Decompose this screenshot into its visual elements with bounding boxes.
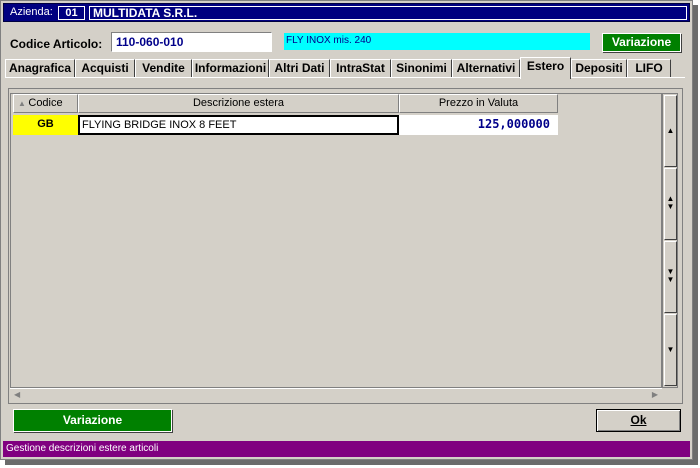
foreign-descriptions-grid: ▲ Codice Descrizione estera Prezzo in Va… — [10, 93, 662, 388]
cell-prezzo[interactable]: 125,000000 — [399, 115, 558, 135]
column-header-prezzo[interactable]: Prezzo in Valuta — [399, 94, 558, 113]
tab-strip: Anagrafica Acquisti Vendite Informazioni… — [5, 57, 685, 79]
sort-up-icon: ▲ — [18, 99, 26, 108]
variazione-top-button[interactable]: Variazione — [602, 33, 681, 52]
cell-descrizione[interactable]: FLYING BRIDGE INOX 8 FEET — [78, 115, 399, 135]
tab-acquisti[interactable]: Acquisti — [75, 59, 135, 78]
tab-depositi[interactable]: Depositi — [571, 59, 627, 78]
company-bar: Azienda: 01 MULTIDATA S.R.L. — [3, 3, 690, 22]
arrow-down-icon: ▼ — [666, 345, 675, 354]
azienda-code: 01 — [58, 6, 85, 20]
tab-informazioni[interactable]: Informazioni — [192, 59, 269, 78]
cell-codice[interactable]: GB — [13, 115, 78, 135]
article-code-field[interactable]: 110-060-010 — [111, 32, 272, 52]
tab-vendite[interactable]: Vendite — [135, 59, 192, 78]
tab-lifo[interactable]: LIFO — [627, 59, 671, 78]
article-code-label: Codice Articolo: — [10, 37, 103, 51]
double-arrow-down-icon: ▼ ▼ — [666, 267, 675, 284]
column-header-codice-label: Codice — [28, 97, 63, 109]
column-header-descrizione[interactable]: Descrizione estera — [78, 94, 399, 113]
scroll-right-icon[interactable]: ▶ — [652, 390, 658, 399]
tab-estero[interactable]: Estero — [520, 57, 571, 79]
horizontal-scrollbar[interactable]: ◀ ▶ — [10, 388, 662, 402]
variazione-button[interactable]: Variazione — [13, 409, 172, 432]
scroll-down-button[interactable]: ▼ — [664, 314, 677, 386]
column-header-codice[interactable]: ▲ Codice — [13, 94, 78, 113]
scroll-page-up-button[interactable]: ▲ ▼ — [664, 168, 677, 240]
ok-button-label: Ok — [630, 413, 647, 427]
azienda-name: MULTIDATA S.R.L. — [89, 6, 687, 20]
tab-anagrafica[interactable]: Anagrafica — [5, 59, 75, 78]
ok-button[interactable]: Ok — [596, 409, 681, 432]
tab-intrastat[interactable]: IntraStat — [330, 59, 391, 78]
main-window: Azienda: 01 MULTIDATA S.R.L. Codice Arti… — [0, 0, 693, 460]
tab-altri-dati[interactable]: Altri Dati — [269, 59, 330, 78]
scroll-up-button[interactable]: ▲ — [664, 95, 677, 167]
scroll-page-down-button[interactable]: ▼ ▼ — [664, 241, 677, 313]
article-description: FLY INOX mis. 240 — [284, 33, 590, 50]
status-bar: Gestione descrizioni estere articoli — [3, 441, 690, 457]
tab-divider — [5, 77, 685, 78]
double-arrow-up-icon: ▲ ▼ — [666, 194, 675, 211]
vertical-scrollbar[interactable]: ▲ ▲ ▼ ▼ ▼ ▼ — [662, 93, 678, 388]
tab-sinonimi[interactable]: Sinonimi — [391, 59, 452, 78]
tab-alternativi[interactable]: Alternativi — [452, 59, 520, 78]
azienda-label: Azienda: — [10, 6, 53, 18]
arrow-up-icon: ▲ — [666, 126, 675, 135]
scroll-left-icon[interactable]: ◀ — [14, 390, 20, 399]
